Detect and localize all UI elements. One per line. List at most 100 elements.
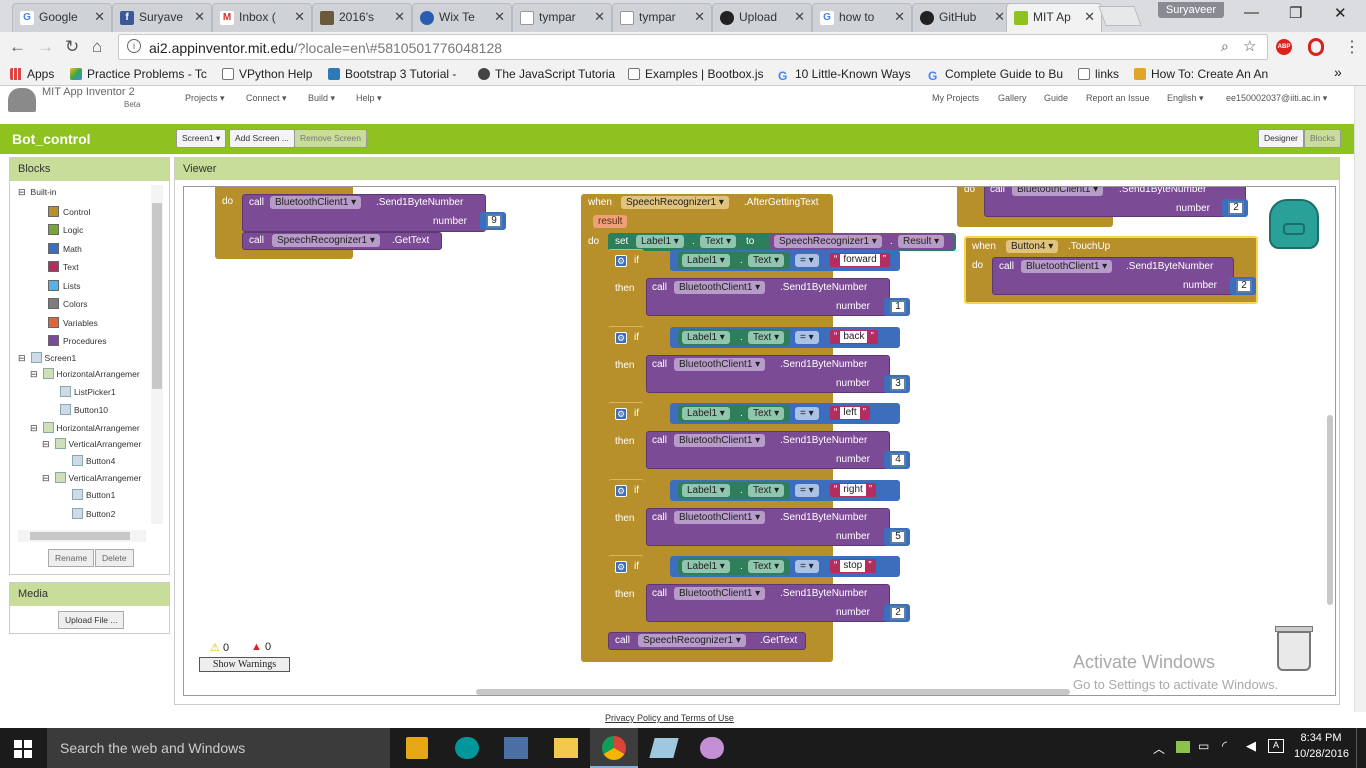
tab-howto[interactable]: Ghow to ✕ [812, 3, 912, 32]
more-bookmarks-icon[interactable]: » [1334, 64, 1342, 80]
remove-screen-button[interactable]: Remove Screen [294, 129, 367, 148]
drawer-variables[interactable]: Variables [48, 317, 98, 328]
tree-listpicker1[interactable]: ListPicker1 [60, 386, 116, 397]
tray-app-icon[interactable] [1176, 741, 1190, 753]
close-tab-icon[interactable]: ✕ [94, 9, 105, 25]
equals-dropdown[interactable]: = ▾ [795, 560, 819, 573]
menu-account[interactable]: ee150002037@iiti.ac.in ▾ [1226, 93, 1327, 104]
show-desktop-button[interactable] [1356, 728, 1366, 768]
adblock-icon[interactable]: ABP [1276, 39, 1292, 55]
tree-screen1[interactable]: ⊟ Screen1 [18, 352, 76, 364]
trash-icon[interactable] [1275, 626, 1313, 671]
tab-tympan-2[interactable]: tympar ✕ [612, 3, 712, 32]
speech-dropdown[interactable]: SpeechRecognizer1 ▾ [272, 234, 380, 247]
tab-2016[interactable]: 2016's ✕ [312, 3, 412, 32]
designer-button[interactable]: Designer [1258, 129, 1305, 148]
menu-report-issue[interactable]: Report an Issue [1086, 93, 1150, 103]
text-prop-dropdown[interactable]: Text ▾ [748, 407, 785, 420]
bookmark-practice[interactable]: Practice Problems - Tc [70, 67, 207, 81]
text-string-block[interactable]: “forward” [830, 253, 891, 267]
battery-icon[interactable]: ▭ [1198, 739, 1209, 753]
blocks-button[interactable]: Blocks [1304, 129, 1342, 148]
close-tab-icon[interactable]: ✕ [1084, 9, 1095, 25]
close-window-icon[interactable]: ✕ [1334, 4, 1347, 22]
tree-varrangement-2[interactable]: ⊟ VerticalArrangemer [42, 472, 141, 484]
clock-time[interactable]: 8:34 PM [1298, 732, 1344, 744]
equals-dropdown[interactable]: = ▾ [795, 484, 819, 497]
tree-hscrollbar[interactable] [18, 530, 146, 542]
text-string-block[interactable]: “right” [830, 483, 877, 497]
bookmark-links[interactable]: links [1078, 67, 1119, 81]
blocks-workspace[interactable]: do call BluetoothClient1 ▾ .Send1ByteNum… [183, 186, 1336, 696]
taskbar-search-box[interactable]: Search the web and Windows [47, 728, 390, 768]
bookmark-js[interactable]: The JavaScript Tutoria [478, 67, 615, 81]
bt-client-dropdown[interactable]: BluetoothClient1 ▾ [674, 587, 766, 600]
button4-dropdown[interactable]: Button4 ▾ [1006, 240, 1059, 253]
page-scrollbar[interactable] [1354, 86, 1366, 712]
bt-client-dropdown[interactable]: BluetoothClient1 ▾ [674, 511, 766, 524]
profile-button[interactable]: Suryaveer [1158, 2, 1224, 18]
home-icon[interactable]: ⌂ [92, 37, 102, 57]
close-tab-icon[interactable]: ✕ [194, 9, 205, 25]
drawer-colors[interactable]: Colors [48, 298, 88, 309]
tab-github[interactable]: GitHub ✕ [912, 3, 1012, 32]
tab-tympan-1[interactable]: tympar ✕ [512, 3, 612, 32]
drawer-text[interactable]: Text [48, 261, 79, 272]
tree-varrangement-1[interactable]: ⊟ VerticalArrangemer [42, 438, 141, 450]
drawer-logic[interactable]: Logic [48, 224, 83, 235]
dev-cpp-icon[interactable] [504, 737, 528, 759]
string-value[interactable]: right [840, 484, 866, 496]
menu-language[interactable]: English ▾ [1167, 93, 1204, 104]
string-value[interactable]: back [840, 331, 868, 343]
tree-button1[interactable]: Button1 [72, 489, 115, 500]
delete-button[interactable]: Delete [95, 549, 134, 567]
number-value[interactable]: 9 [486, 214, 502, 228]
arduino-icon[interactable] [455, 737, 479, 759]
tray-chevron-icon[interactable]: ︿ [1153, 740, 1165, 757]
screen-select-button[interactable]: Screen1 ▾ [176, 129, 227, 148]
label1-dropdown[interactable]: Label1 ▾ [682, 331, 730, 344]
result-prop-dropdown[interactable]: Result ▾ [898, 235, 945, 248]
backpack-icon[interactable] [1269, 199, 1319, 249]
number-value[interactable]: 2 [1228, 201, 1244, 215]
close-tab-icon[interactable]: ✕ [594, 9, 605, 25]
label1-dropdown[interactable]: Label1 ▾ [682, 484, 730, 497]
bookmark-howto[interactable]: How To: Create An An [1134, 67, 1268, 81]
notes-icon[interactable] [649, 738, 679, 758]
close-tab-icon[interactable]: ✕ [294, 9, 305, 25]
speech-dropdown[interactable]: SpeechRecognizer1 ▾ [621, 196, 729, 209]
number-value[interactable]: 2 [890, 606, 906, 620]
text-string-block[interactable]: “stop” [830, 559, 876, 573]
label1-dropdown[interactable]: Label1 ▾ [636, 235, 684, 248]
clock-date[interactable]: 10/28/2016 [1294, 748, 1349, 760]
zoom-icon[interactable]: ⌕ [1221, 38, 1229, 55]
drawer-control[interactable]: Control [48, 206, 90, 217]
workspace-hscrollbar[interactable] [476, 689, 1070, 695]
drawer-math[interactable]: Math [48, 243, 82, 254]
tree-harrangement-1[interactable]: ⊟ HorizontalArrangemer [30, 368, 140, 380]
tree-button10[interactable]: Button10 [60, 404, 108, 415]
number-value[interactable]: 3 [890, 377, 906, 391]
string-value[interactable]: forward [840, 254, 880, 266]
close-tab-icon[interactable]: ✕ [894, 9, 905, 25]
bt-client-dropdown[interactable]: BluetoothClient1 ▾ [1012, 187, 1104, 196]
bookmark-vpython[interactable]: VPython Help [222, 67, 312, 81]
upload-file-button[interactable]: Upload File ... [58, 611, 125, 629]
label1-dropdown[interactable]: Label1 ▾ [682, 560, 730, 573]
menu-icon[interactable]: ⋮ [1344, 37, 1360, 57]
text-string-block[interactable]: “back” [830, 330, 878, 344]
gear-icon[interactable]: ⚙ [615, 408, 627, 420]
drawer-procedures[interactable]: Procedures [48, 335, 106, 346]
forward-icon[interactable]: → [37, 37, 54, 57]
label1-dropdown[interactable]: Label1 ▾ [682, 407, 730, 420]
minimize-icon[interactable]: — [1244, 4, 1259, 21]
bookmark-10ways[interactable]: G 10 Little-Known Ways [778, 67, 911, 83]
text-prop-dropdown[interactable]: Text ▾ [700, 235, 737, 248]
bookmark-bootbox[interactable]: Examples | Bootbox.js [628, 67, 764, 81]
rename-button[interactable]: Rename [48, 549, 95, 567]
bt-client-dropdown[interactable]: BluetoothClient1 ▾ [1021, 260, 1113, 273]
menu-build[interactable]: Build ▾ [308, 93, 335, 104]
bt-client-dropdown[interactable]: BluetoothClient1 ▾ [674, 281, 766, 294]
back-icon[interactable]: ← [9, 37, 26, 57]
equals-dropdown[interactable]: = ▾ [795, 331, 819, 344]
